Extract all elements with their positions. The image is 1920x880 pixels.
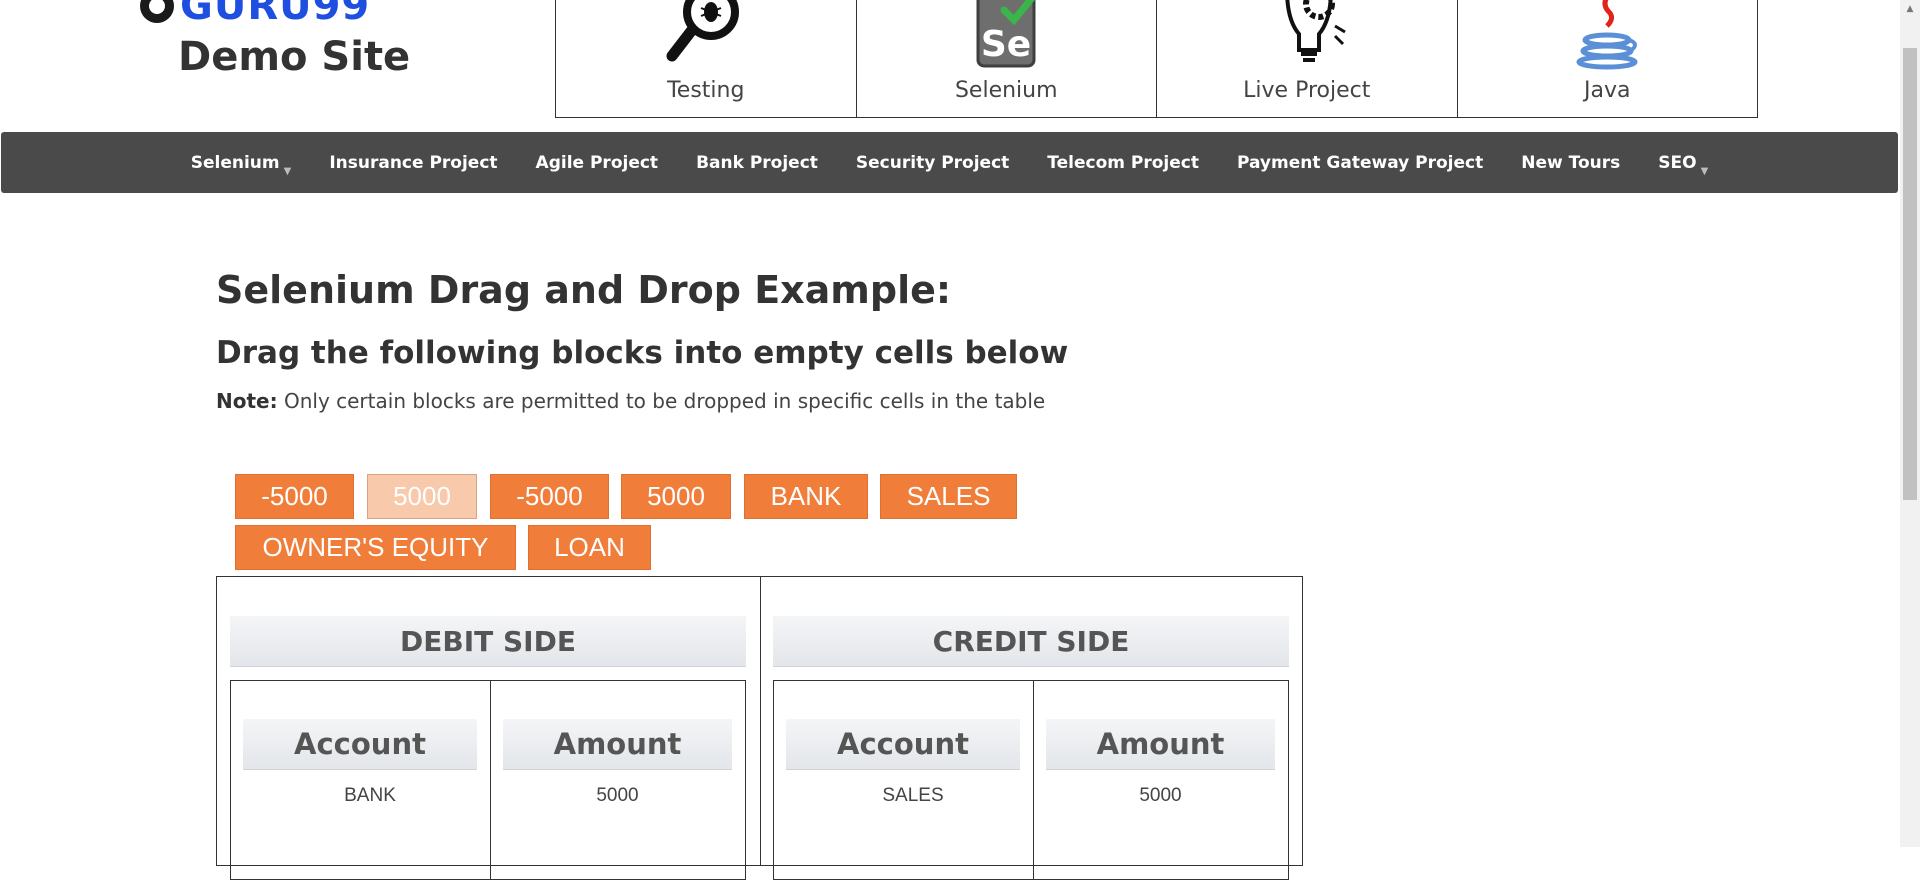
block-bank[interactable]: BANK [744,474,868,519]
block-loan[interactable]: LOAN [528,525,651,570]
nav-item-agile-project[interactable]: Agile Project [517,153,678,173]
lightbulb-gear-icon [1285,0,1346,62]
nav-item-label: Insurance Project [329,152,498,173]
block-5000-dragging[interactable]: 5000 [367,474,477,519]
block-minus-5000[interactable]: -5000 [490,474,609,519]
nav-item-new-tours[interactable]: New Tours [1502,153,1639,173]
nav-item-label: Telecom Project [1047,152,1199,173]
logo-line: GURU99 [140,0,371,29]
selenium-logo-icon: Se [976,0,1036,68]
page-title: Selenium Drag and Drop Example: [216,268,952,312]
top-link-live-project[interactable]: Live Project [1157,0,1458,117]
ledger-divider [760,577,761,865]
nav-item-label: Security Project [855,152,1010,173]
note-body: Only certain blocks are permitted to be … [277,389,1046,413]
top-link-bar: Testing Se Selenium Live Project Java [555,0,1758,118]
top-link-selenium[interactable]: Se Selenium [857,0,1157,117]
nav-item-bank-project[interactable]: Bank Project [677,153,837,173]
block-owners-equity[interactable]: OWNER'S EQUITY [235,525,516,570]
debit-column-divider [490,681,491,879]
nav-item-payment-gateway-project[interactable]: Payment Gateway Project [1218,153,1502,173]
caret-down-icon: ▼ [1700,165,1709,177]
block-minus-5000[interactable]: -5000 [235,474,354,519]
debit-amount-cell[interactable]: 5000 [503,785,732,807]
credit-account-header: Account [786,719,1020,770]
nav-item-selenium[interactable]: Selenium ▼ [172,152,311,177]
nav-item-label: New Tours [1521,152,1621,173]
magnifier-bug-icon [666,0,739,62]
scroll-up-arrow-icon[interactable]: ▲ [1900,0,1920,17]
credit-amount-cell[interactable]: 5000 [1046,785,1275,807]
nav-item-label: Selenium [190,152,280,173]
scrollbar-thumb[interactable] [1903,48,1917,500]
block-sales[interactable]: SALES [880,474,1017,519]
nav-item-label: SEO [1658,152,1697,173]
nav-item-seo[interactable]: SEO ▼ [1639,152,1727,177]
debit-table: Account Amount BANK 5000 [230,680,746,880]
main-navbar: Selenium ▼ Insurance Project Agile Projec… [1,132,1898,193]
debit-account-header: Account [243,719,477,770]
debit-amount-header: Amount [503,719,732,770]
block-5000[interactable]: 5000 [621,474,731,519]
top-link-label: Testing [667,78,745,103]
site-logo[interactable]: GURU99 Demo Site [140,0,430,110]
top-link-testing[interactable]: Testing [556,0,857,117]
svg-text:Se: Se [981,24,1031,65]
debit-account-cell[interactable]: BANK [243,785,497,807]
top-link-label: Selenium [954,78,1058,103]
nav-item-label: Payment Gateway Project [1236,152,1484,173]
credit-account-cell[interactable]: SALES [786,785,1040,807]
site-title: Demo Site [178,34,411,80]
nav-item-label: Bank Project [696,152,818,173]
logo-text: GURU99 [180,0,371,29]
top-link-label: Live Project [1243,78,1371,103]
caret-down-icon: ▼ [283,165,292,177]
ledger-table: DEBIT SIDE Account Amount BANK 5000 CRED… [216,576,1303,880]
nav-item-telecom-project[interactable]: Telecom Project [1028,153,1218,173]
debit-side-header: DEBIT SIDE [230,616,746,667]
nav-item-security-project[interactable]: Security Project [837,153,1028,173]
credit-table: Account Amount SALES 5000 [773,680,1289,880]
top-link-java[interactable]: Java [1458,0,1758,117]
nav-item-insurance-project[interactable]: Insurance Project [310,153,516,173]
top-link-label: Java [1584,78,1631,103]
credit-column-divider [1033,681,1034,879]
credit-amount-header: Amount [1046,719,1275,770]
credit-side-header: CREDIT SIDE [773,616,1289,667]
note-text: Note: Only certain blocks are permitted … [216,389,1045,413]
vertical-scrollbar[interactable]: ▲ [1900,0,1920,847]
guru99-logo-icon [140,0,174,23]
nav-item-label: Agile Project [535,152,659,173]
java-cup-icon [1576,0,1638,70]
page-subtitle: Drag the following blocks into empty cel… [216,335,1069,371]
note-label: Note: [216,389,278,413]
